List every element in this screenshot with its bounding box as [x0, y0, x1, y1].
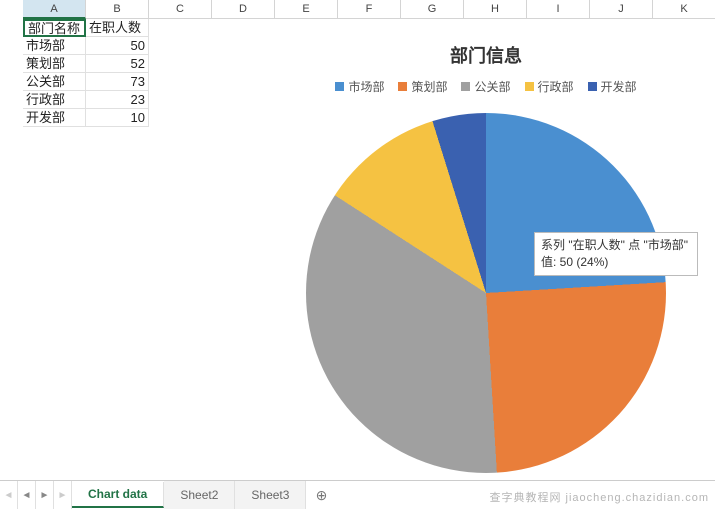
- cell-B1[interactable]: 在职人数: [86, 19, 149, 37]
- cell-A3[interactable]: 策划部: [23, 55, 86, 73]
- legend-item[interactable]: 策划部: [398, 78, 447, 95]
- tooltip-series-line: 系列 "在职人数" 点 "市场部": [541, 237, 691, 254]
- legend-item[interactable]: 行政部: [525, 78, 574, 95]
- col-header-K[interactable]: K: [653, 0, 715, 19]
- cell-A6[interactable]: 开发部: [23, 109, 86, 127]
- col-header-H[interactable]: H: [464, 0, 527, 19]
- col-header-G[interactable]: G: [401, 0, 464, 19]
- tab-nav-prev-icon[interactable]: ◄: [18, 481, 36, 509]
- sheet-tab-sheet3[interactable]: Sheet3: [235, 481, 306, 509]
- chart-title: 部门信息: [276, 42, 696, 68]
- legend-label: 行政部: [538, 78, 574, 95]
- sheet-tab-chart-data[interactable]: Chart data: [72, 482, 164, 508]
- chart-legend: 市场部 策划部 公关部 行政部 开发部: [276, 78, 696, 95]
- legend-swatch-icon: [398, 82, 407, 91]
- cell-B4[interactable]: 73: [86, 73, 149, 91]
- col-header-F[interactable]: F: [338, 0, 401, 19]
- cell-B5[interactable]: 23: [86, 91, 149, 109]
- cell-area[interactable]: 部门名称 在职人数 市场部50 策划部52 公关部73 行政部23 开发部10: [23, 19, 149, 127]
- tab-nav-last-icon[interactable]: ►: [54, 481, 72, 509]
- legend-swatch-icon: [335, 82, 344, 91]
- legend-swatch-icon: [525, 82, 534, 91]
- col-header-J[interactable]: J: [590, 0, 653, 19]
- new-sheet-button[interactable]: ⊕: [306, 487, 336, 504]
- sheet-tab-sheet2[interactable]: Sheet2: [164, 481, 235, 509]
- col-header-D[interactable]: D: [212, 0, 275, 19]
- legend-item[interactable]: 市场部: [335, 78, 384, 95]
- cell-A4[interactable]: 公关部: [23, 73, 86, 91]
- legend-item[interactable]: 开发部: [588, 78, 637, 95]
- data-point-tooltip: 系列 "在职人数" 点 "市场部" 值: 50 (24%): [534, 232, 698, 276]
- cell-A2[interactable]: 市场部: [23, 37, 86, 55]
- legend-item[interactable]: 公关部: [461, 78, 510, 95]
- column-headers: A B C D E F G H I J K: [23, 0, 715, 19]
- legend-label: 开发部: [601, 78, 637, 95]
- pie-plot-area[interactable]: [306, 113, 666, 473]
- tab-nav-next-icon[interactable]: ►: [36, 481, 54, 509]
- watermark-text: 查字典教程网 jiaocheng.chazidian.com: [489, 489, 709, 505]
- col-header-C[interactable]: C: [149, 0, 212, 19]
- col-header-E[interactable]: E: [275, 0, 338, 19]
- cell-A1[interactable]: 部门名称: [23, 19, 86, 37]
- col-header-B[interactable]: B: [86, 0, 149, 19]
- legend-label: 市场部: [348, 78, 384, 95]
- cell-B2[interactable]: 50: [86, 37, 149, 55]
- pie-slices[interactable]: [306, 113, 666, 473]
- cell-B3[interactable]: 52: [86, 55, 149, 73]
- tooltip-value-line: 值: 50 (24%): [541, 254, 691, 271]
- col-header-A[interactable]: A: [23, 0, 86, 19]
- legend-label: 公关部: [474, 78, 510, 95]
- legend-label: 策划部: [411, 78, 447, 95]
- legend-swatch-icon: [588, 82, 597, 91]
- cell-A5[interactable]: 行政部: [23, 91, 86, 109]
- cell-B6[interactable]: 10: [86, 109, 149, 127]
- tab-nav-first-icon[interactable]: ◄: [0, 481, 18, 509]
- col-header-I[interactable]: I: [527, 0, 590, 19]
- legend-swatch-icon: [461, 82, 470, 91]
